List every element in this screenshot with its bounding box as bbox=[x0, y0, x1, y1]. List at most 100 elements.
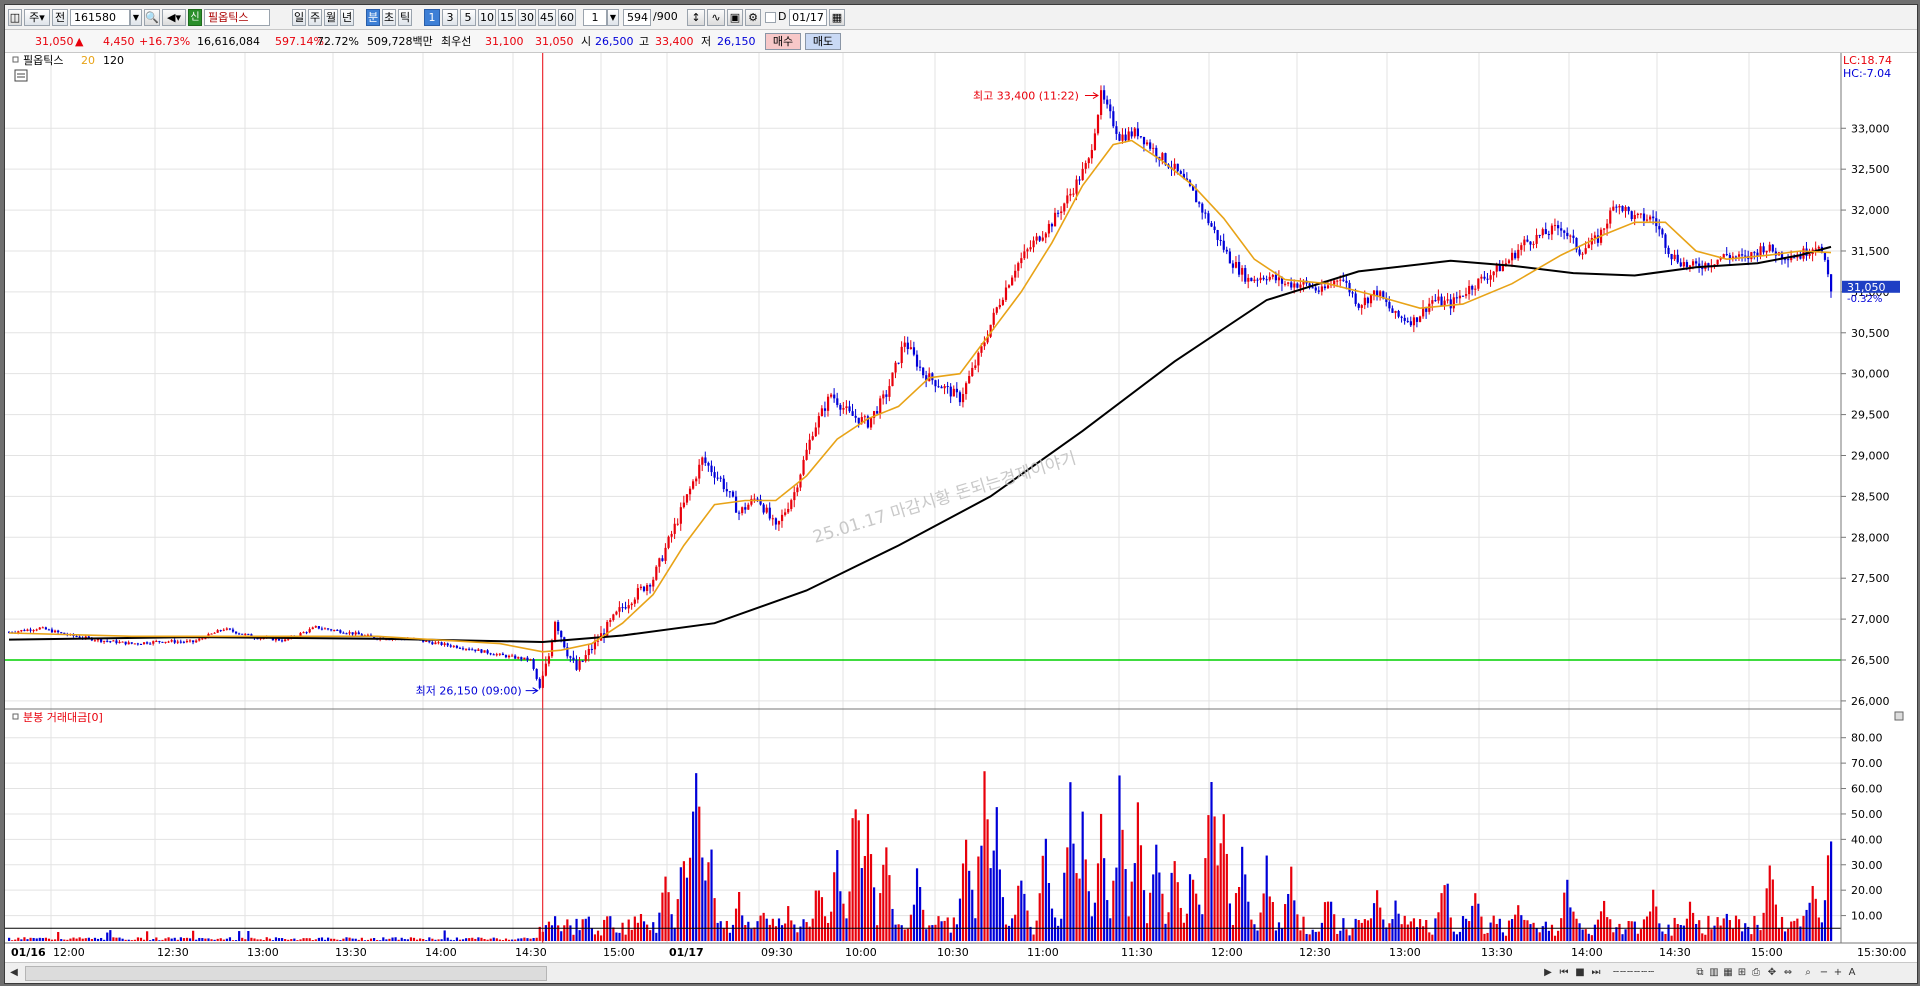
period-day-button[interactable]: 일 bbox=[292, 9, 306, 26]
candle-body bbox=[302, 632, 305, 634]
volume-bar bbox=[1109, 918, 1112, 941]
interval-5-button[interactable]: 5 bbox=[460, 9, 476, 26]
volume-bar bbox=[839, 891, 842, 941]
volume-bar bbox=[879, 893, 882, 941]
sell-button[interactable]: 매도 bbox=[805, 33, 841, 50]
zoom-icon[interactable]: ⌕ bbox=[1801, 965, 1815, 980]
date-input[interactable]: 01/17 bbox=[789, 9, 827, 26]
period-minute-button[interactable]: 분 bbox=[366, 9, 380, 26]
interval-select[interactable]: 1 bbox=[583, 9, 607, 26]
candle-body bbox=[1722, 254, 1725, 258]
candle-body bbox=[915, 354, 919, 367]
copy-icon[interactable]: ⧉ bbox=[1693, 965, 1707, 980]
save-icon[interactable]: ▣ bbox=[727, 9, 743, 26]
gear-icon[interactable]: ⚙ bbox=[745, 9, 761, 26]
stock-code-input[interactable]: 161580 bbox=[70, 9, 130, 26]
period-select[interactable]: 주▾ bbox=[24, 9, 50, 26]
interval-30-button[interactable]: 30 bbox=[518, 9, 536, 26]
volume-bar bbox=[327, 937, 330, 941]
volume-bar bbox=[1330, 901, 1333, 941]
volume-bar bbox=[213, 939, 216, 941]
volume-bar bbox=[1351, 927, 1354, 941]
period-second-button[interactable]: 초 bbox=[382, 9, 396, 26]
volume-bar bbox=[1268, 896, 1271, 941]
volume-bar bbox=[210, 939, 213, 941]
candle-body bbox=[814, 427, 817, 437]
volume-bar bbox=[81, 938, 84, 941]
window-icon[interactable]: ◫ bbox=[8, 9, 22, 26]
layout-icon[interactable]: ⊞ bbox=[1735, 965, 1749, 980]
volume-bar bbox=[1728, 920, 1731, 941]
pan-icon[interactable]: ⇔ bbox=[1781, 965, 1795, 980]
interval-dropdown-icon[interactable]: ▼ bbox=[607, 9, 619, 26]
first-page-icon[interactable]: ⏮ bbox=[1557, 965, 1571, 980]
up-arrow-icon: ▲ bbox=[75, 35, 84, 48]
zoom-out-icon[interactable]: − bbox=[1817, 965, 1831, 980]
indicator-icon[interactable]: ↕ bbox=[687, 9, 705, 26]
volume-bar bbox=[1780, 916, 1784, 941]
volume-bar bbox=[222, 939, 225, 941]
volume-bar bbox=[1044, 838, 1047, 941]
last-page-icon[interactable]: ⏭ bbox=[1589, 965, 1603, 980]
speaker-icon[interactable]: ◀▾ bbox=[162, 9, 186, 26]
interval-10-button[interactable]: 10 bbox=[478, 9, 496, 26]
scroll-left-icon[interactable]: ◀ bbox=[7, 965, 21, 980]
grid-icon[interactable]: ▦ bbox=[1721, 965, 1735, 980]
chart-type-icon[interactable]: ▥ bbox=[1707, 965, 1721, 980]
chart-area[interactable]: 최고 33,400 (11:22) 최저 26,150 (09:00) 26,00… bbox=[5, 53, 1917, 961]
scroll-thumb[interactable] bbox=[25, 966, 547, 981]
search-icon[interactable]: 🔍 bbox=[144, 9, 160, 26]
volume-bar bbox=[1287, 893, 1290, 941]
volume-bar bbox=[440, 939, 443, 941]
period-year-button[interactable]: 년 bbox=[340, 9, 354, 26]
interval-3-button[interactable]: 3 bbox=[442, 9, 458, 26]
volume-bar bbox=[1376, 890, 1379, 941]
volume-bar bbox=[388, 938, 391, 941]
volume-panel-close-icon[interactable] bbox=[1894, 711, 1904, 721]
period-month-button[interactable]: 월 bbox=[324, 9, 338, 26]
prev-button[interactable]: 전 bbox=[52, 9, 68, 26]
line-tool-icon[interactable]: ∿ bbox=[707, 9, 725, 26]
candle-body bbox=[136, 643, 140, 645]
interval-1-button[interactable]: 1 bbox=[424, 9, 440, 26]
candle-body bbox=[428, 640, 431, 643]
volume-bar bbox=[919, 887, 922, 941]
volume-bar bbox=[1369, 918, 1373, 941]
candle-body bbox=[664, 547, 667, 561]
volume-bar bbox=[1415, 927, 1419, 941]
volume-bar bbox=[1495, 923, 1498, 941]
legend-ma120: 120 bbox=[103, 54, 124, 67]
volume-bar bbox=[1811, 885, 1814, 941]
zoom-slider[interactable]: ┄┄┄┄┄┄ bbox=[1613, 965, 1655, 980]
price-change-pct: +16.73% bbox=[139, 35, 191, 48]
volume-bar bbox=[87, 937, 90, 941]
calculator-icon[interactable] bbox=[14, 69, 28, 82]
volume-bar bbox=[133, 939, 136, 941]
period-week-button[interactable]: 주 bbox=[308, 9, 322, 26]
volume-bar bbox=[127, 939, 130, 941]
candle-body bbox=[1403, 317, 1406, 321]
zoom-in-icon[interactable]: + bbox=[1831, 965, 1845, 980]
volume-bar bbox=[90, 939, 94, 941]
calendar-icon[interactable]: ▦ bbox=[829, 9, 845, 26]
interval-60-button[interactable]: 60 bbox=[558, 9, 576, 26]
low-annotation: 최저 26,150 (09:00) bbox=[416, 685, 522, 698]
candle-body bbox=[882, 394, 885, 399]
auto-scale-icon[interactable]: A bbox=[1845, 965, 1859, 980]
count-input[interactable]: 594 bbox=[623, 9, 651, 26]
buy-button[interactable]: 매수 bbox=[765, 33, 801, 50]
volume-bar bbox=[1768, 865, 1771, 941]
candle-body bbox=[1017, 263, 1020, 271]
move-icon[interactable]: ✥ bbox=[1765, 965, 1779, 980]
period-tick-button[interactable]: 틱 bbox=[398, 9, 412, 26]
interval-15-button[interactable]: 15 bbox=[498, 9, 516, 26]
print-icon[interactable]: ⎙ bbox=[1749, 965, 1763, 980]
scroll-right-icon[interactable]: ▶ bbox=[1541, 965, 1555, 980]
date-checkbox[interactable] bbox=[765, 12, 776, 23]
stock-code-dropdown-icon[interactable]: ▼ bbox=[130, 9, 142, 26]
stock-name-field[interactable]: 필옵틱스 bbox=[204, 9, 270, 26]
stop-icon[interactable]: ■ bbox=[1573, 965, 1587, 980]
candle-body bbox=[949, 386, 952, 397]
scrollbar[interactable]: ◀ ▶ ⏮ ■ ⏭ ┄┄┄┄┄┄ ⧉ ▥ ▦ ⊞ ⎙ ✥ ⇔ ⌕ − + A bbox=[5, 962, 1917, 983]
interval-45-button[interactable]: 45 bbox=[538, 9, 556, 26]
